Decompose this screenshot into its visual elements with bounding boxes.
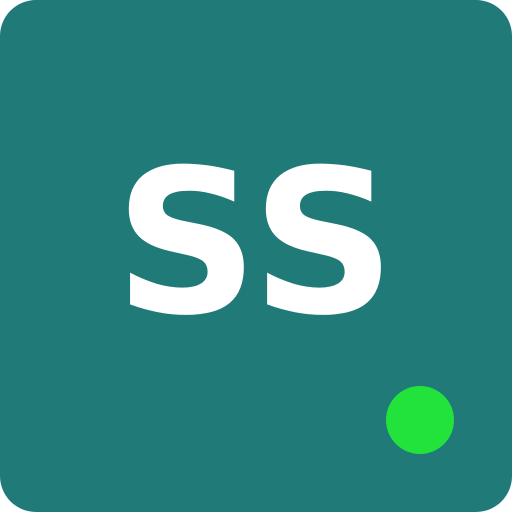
avatar[interactable]: SS [0, 0, 512, 512]
online-status-icon [386, 386, 454, 454]
